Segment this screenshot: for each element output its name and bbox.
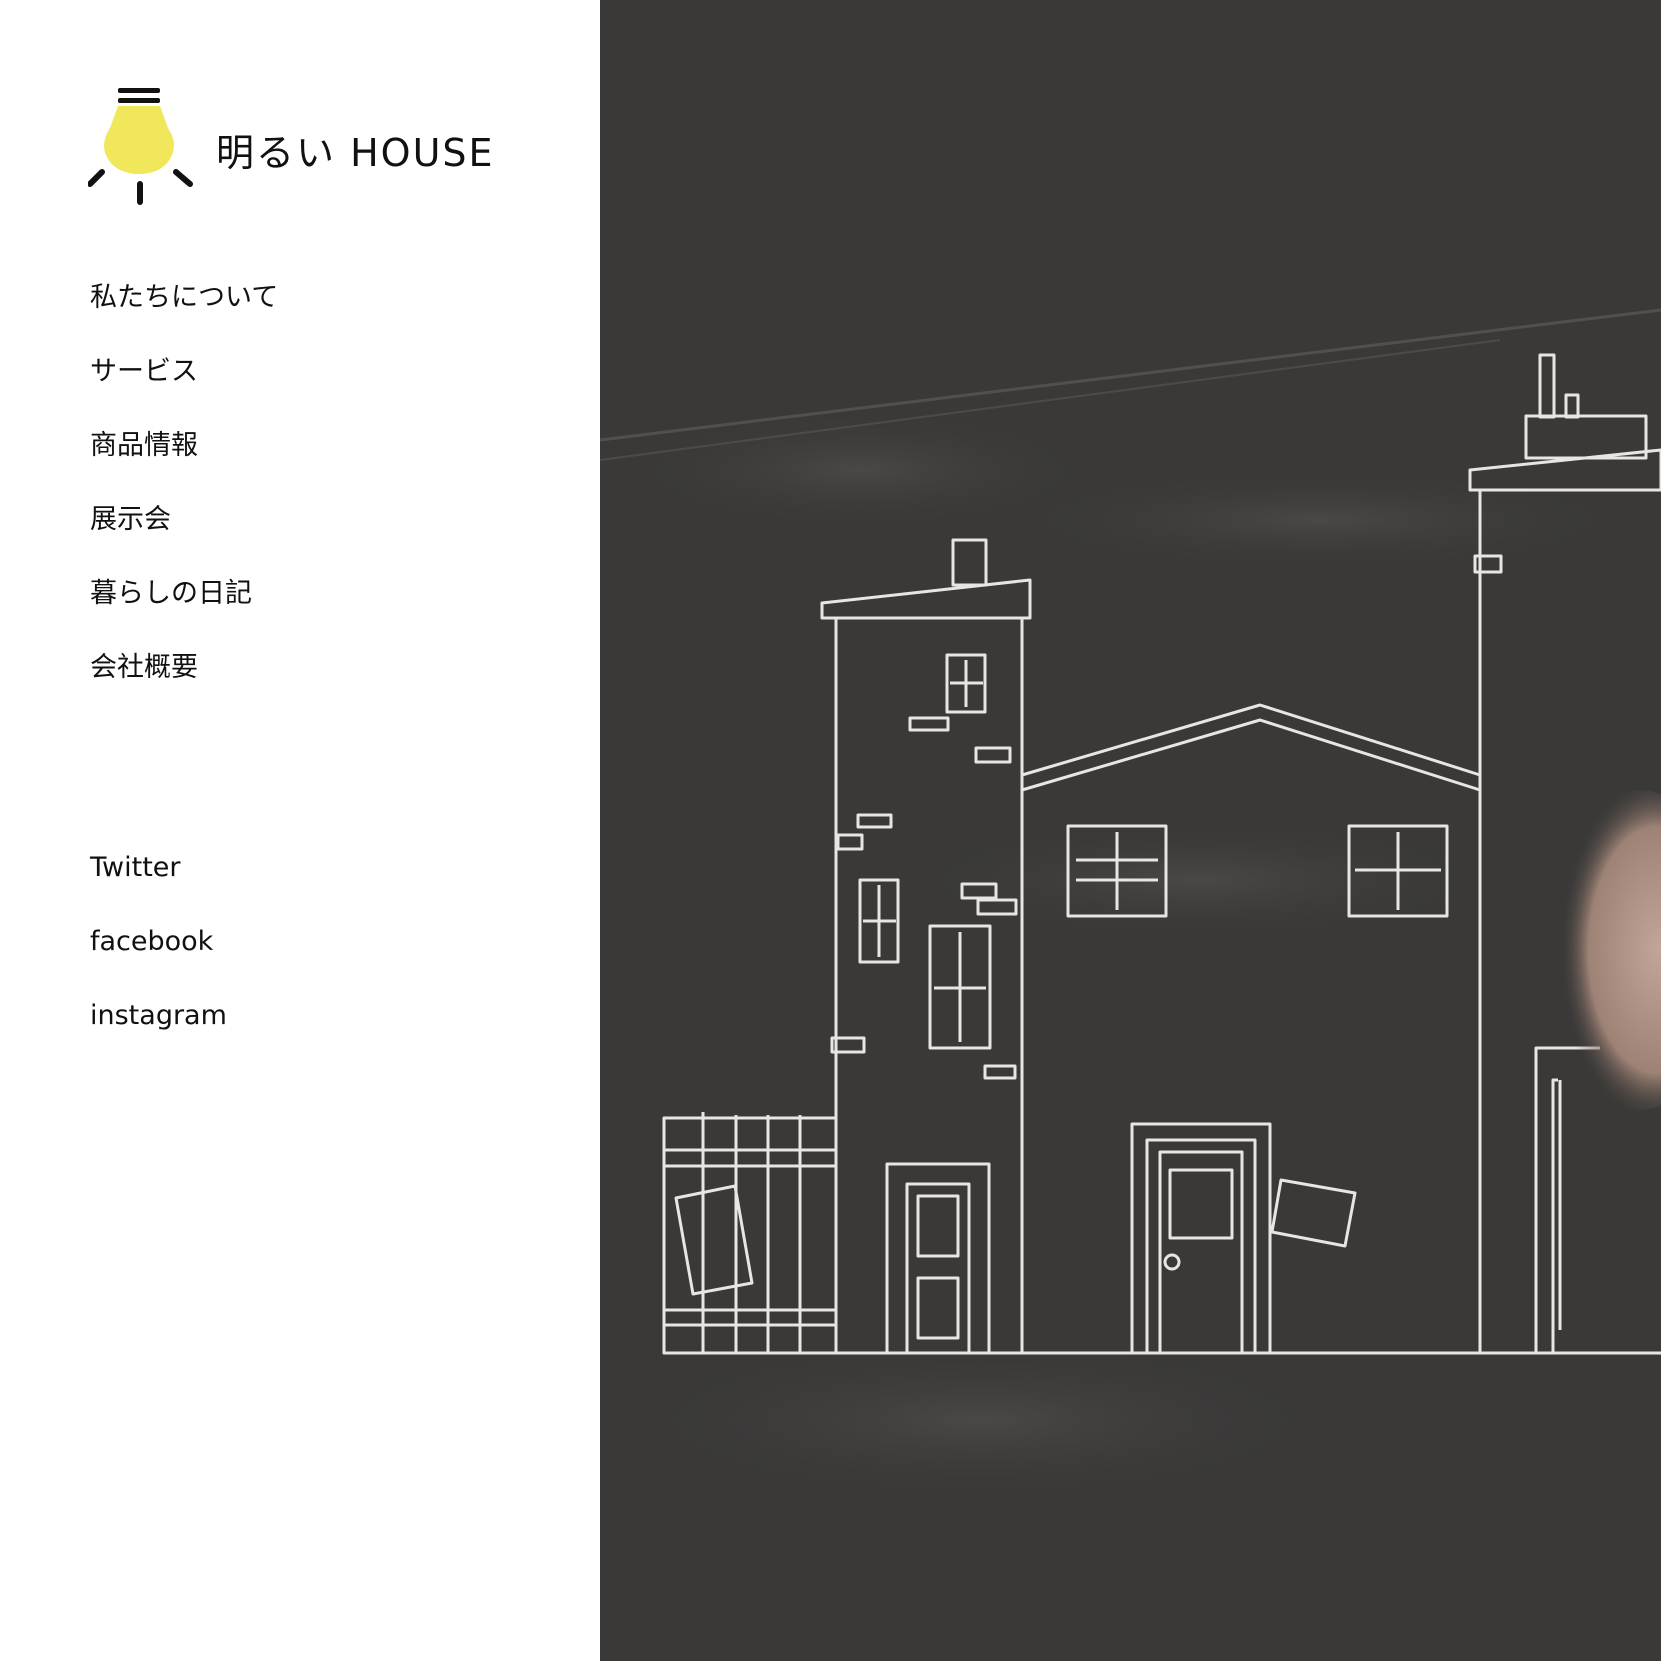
nav-item-diary: 暮らしの日記: [90, 578, 278, 652]
nav-item-about: 私たちについて: [90, 282, 278, 356]
social-item-facebook: facebook: [90, 926, 227, 1000]
nav-link-diary[interactable]: 暮らしの日記: [90, 578, 252, 609]
nav-item-company: 会社概要: [90, 652, 278, 726]
sidebar: 明るい HOUSE 私たちについて サービス 商品情報 展示会 暮らしの日記 会…: [0, 0, 600, 1661]
twitter-link[interactable]: Twitter: [90, 852, 181, 883]
main-nav: 私たちについて サービス 商品情報 展示会 暮らしの日記 会社概要: [90, 282, 278, 726]
nav-link-products[interactable]: 商品情報: [90, 430, 198, 461]
nav-link-about[interactable]: 私たちについて: [90, 282, 278, 313]
nav-item-exhibitions: 展示会: [90, 504, 278, 578]
brand-name: 明るい HOUSE: [216, 131, 495, 175]
hero-chalkboard-image: [600, 0, 1661, 1661]
instagram-link[interactable]: instagram: [90, 1000, 227, 1031]
nav-link-exhibitions[interactable]: 展示会: [90, 504, 171, 535]
facebook-link[interactable]: facebook: [90, 926, 213, 957]
social-item-twitter: Twitter: [90, 852, 227, 926]
social-item-instagram: instagram: [90, 1000, 227, 1074]
lightbulb-icon: [88, 88, 193, 205]
chalk-house-drawing: [600, 308, 1661, 1500]
nav-link-services[interactable]: サービス: [90, 356, 198, 387]
nav-item-products: 商品情報: [90, 430, 278, 504]
nav-link-company[interactable]: 会社概要: [90, 652, 198, 683]
social-links: Twitter facebook instagram: [90, 852, 227, 1074]
brand-logo-link[interactable]: 明るい HOUSE: [88, 84, 528, 214]
nav-item-services: サービス: [90, 356, 278, 430]
